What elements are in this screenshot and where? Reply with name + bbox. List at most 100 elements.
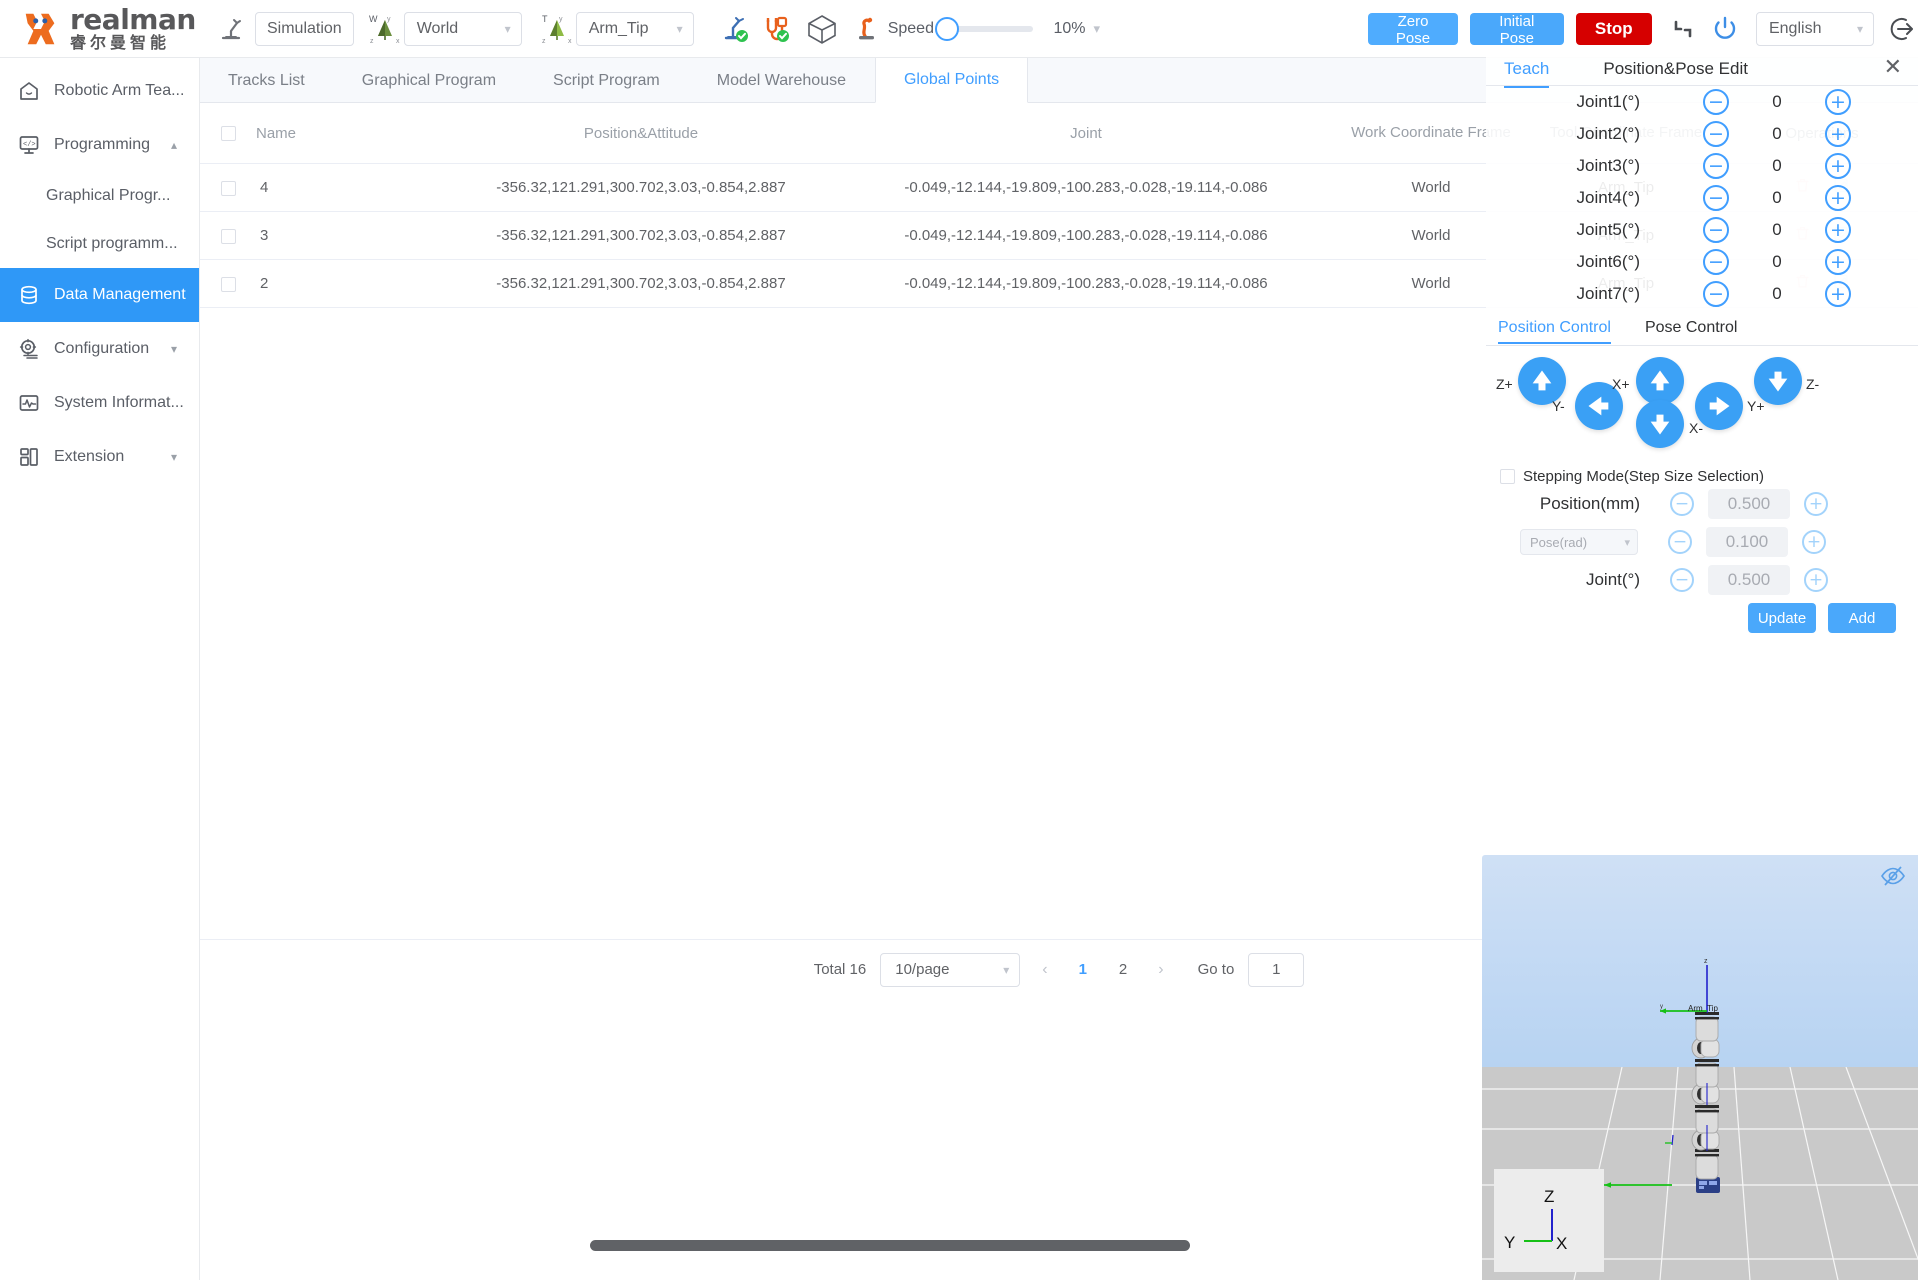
sidebar: Robotic Arm Tea... </> Programming ▴ Gra… [0, 58, 200, 1280]
step-value-pose[interactable]: 0.100 [1706, 527, 1788, 557]
world-frame-value: World [416, 19, 459, 37]
joint-decrement-button[interactable]: − [1703, 249, 1729, 275]
row-checkbox[interactable] [220, 228, 236, 244]
speed-chevron-down-icon[interactable]: ▾ [1094, 21, 1101, 37]
stepping-mode-row[interactable]: Stepping Mode(Step Size Selection) [1486, 468, 1918, 485]
add-button[interactable]: Add [1828, 603, 1896, 633]
chevron-up-icon: ▴ [170, 138, 177, 152]
step-increment-button[interactable]: + [1802, 530, 1826, 554]
joint-decrement-button[interactable]: − [1703, 89, 1729, 115]
cable-connected-icon[interactable] [762, 14, 792, 44]
sidebar-subitem-graphical-program[interactable]: Graphical Progr... [0, 172, 199, 220]
goto-page-input[interactable]: 1 [1248, 952, 1305, 987]
row-checkbox[interactable] [220, 276, 236, 292]
joint-decrement-button[interactable]: − [1703, 281, 1729, 307]
page-number-1[interactable]: 1 [1070, 961, 1096, 978]
joint-decrement-button[interactable]: − [1703, 185, 1729, 211]
next-page-button[interactable]: › [1150, 961, 1171, 979]
joint-decrement-button[interactable]: − [1703, 153, 1729, 179]
cell-name: 3 [256, 211, 446, 261]
robot-3d-viewport[interactable]: z y Arm_Tip Z Y X [1482, 855, 1918, 1280]
page-size-select[interactable]: 10/page ▾ [880, 952, 1021, 987]
tab-tracks-list[interactable]: Tracks List [200, 58, 334, 103]
step-decrement-button[interactable]: − [1670, 492, 1694, 516]
sidebar-item-programming[interactable]: </> Programming ▴ [0, 118, 199, 172]
svg-text:</>: </> [23, 141, 36, 149]
teach-pendant-icon[interactable] [217, 15, 245, 43]
joint-increment-button[interactable]: + [1825, 89, 1851, 115]
update-button[interactable]: Update [1748, 603, 1816, 633]
pose-unit-select[interactable]: Pose(rad) ▾ [1520, 529, 1638, 555]
sidebar-item-system-information[interactable]: System Informat... [0, 376, 199, 430]
joint-row: Joint4(°) − 0 + [1486, 182, 1918, 214]
logout-icon[interactable] [1888, 14, 1918, 44]
jog-label-z-minus: Z- [1806, 376, 1820, 392]
jog-y-plus-button[interactable] [1695, 382, 1743, 430]
close-icon[interactable]: ✕ [1884, 56, 1902, 78]
tab-global-points[interactable]: Global Points [874, 58, 1029, 103]
gizmo-z-label: Z [1544, 1187, 1554, 1206]
tab-position-pose-edit[interactable]: Position&Pose Edit [1603, 59, 1748, 79]
zero-pose-button[interactable]: Zero Pose [1368, 12, 1458, 47]
step-increment-button[interactable]: + [1804, 568, 1828, 592]
sidebar-item-robotic-arm-teaching[interactable]: Robotic Arm Tea... [0, 64, 199, 118]
language-value: English [1768, 19, 1822, 37]
joint-increment-button[interactable]: + [1825, 121, 1851, 147]
tab-graphical-program[interactable]: Graphical Program [334, 58, 525, 103]
speed-slider-handle[interactable] [934, 16, 959, 41]
tab-position-control[interactable]: Position Control [1498, 319, 1611, 344]
sidebar-item-data-management[interactable]: Data Management [0, 268, 199, 322]
tab-pose-control[interactable]: Pose Control [1645, 319, 1738, 343]
joint-decrement-button[interactable]: − [1703, 217, 1729, 243]
robot-motion-icon[interactable] [852, 14, 882, 44]
joint-increment-button[interactable]: + [1825, 281, 1851, 307]
waveform-icon [18, 392, 44, 414]
drag-teach-icon[interactable] [1670, 16, 1696, 42]
gizmo-x-label: X [1556, 1234, 1567, 1253]
stepping-mode-checkbox[interactable] [1500, 469, 1515, 484]
step-decrement-button[interactable]: − [1670, 568, 1694, 592]
step-increment-button[interactable]: + [1804, 492, 1828, 516]
sidebar-item-extension[interactable]: Extension ▾ [0, 430, 199, 484]
stop-button[interactable]: Stop [1575, 12, 1652, 45]
step-value-position[interactable]: 0.500 [1708, 489, 1790, 519]
prev-page-button[interactable]: ‹ [1034, 961, 1055, 979]
cube-icon[interactable] [806, 13, 838, 45]
svg-text:z: z [370, 38, 374, 45]
tab-script-program[interactable]: Script Program [525, 58, 689, 103]
joint-increment-button[interactable]: + [1825, 249, 1851, 275]
goto-page-value: 1 [1272, 961, 1281, 978]
step-value-joint[interactable]: 0.500 [1708, 565, 1790, 595]
power-icon[interactable] [1710, 14, 1740, 44]
speed-slider[interactable] [934, 16, 1034, 41]
arrow-right-icon [1709, 396, 1730, 416]
world-frame-select[interactable]: World ▾ [403, 11, 522, 46]
initial-pose-button[interactable]: Initial Pose [1469, 12, 1564, 47]
page-number-2[interactable]: 2 [1110, 961, 1136, 978]
tab-teach[interactable]: Teach [1504, 59, 1550, 88]
row-checkbox[interactable] [220, 180, 236, 196]
tab-model-warehouse[interactable]: Model Warehouse [689, 58, 875, 103]
tool-frame-select[interactable]: Arm_Tip ▾ [575, 11, 694, 46]
sidebar-item-label: Programming [54, 136, 151, 153]
horizontal-scrollbar[interactable] [590, 1240, 1190, 1251]
brand-logo: realman 睿尔曼智能 [20, 5, 196, 52]
jog-x-minus-button[interactable] [1636, 400, 1684, 448]
joint-increment-button[interactable]: + [1825, 153, 1851, 179]
simulation-mode-badge[interactable]: Simulation [255, 11, 354, 46]
sidebar-item-configuration[interactable]: Configuration ▾ [0, 322, 199, 376]
jog-z-minus-button[interactable] [1754, 357, 1802, 405]
language-select[interactable]: English ▾ [1755, 11, 1874, 46]
step-label-joint: Joint(°) [1585, 570, 1640, 589]
jog-x-plus-button[interactable] [1636, 357, 1684, 405]
robot-arm-connected-icon[interactable] [720, 14, 750, 44]
step-decrement-button[interactable]: − [1668, 530, 1692, 554]
teach-panel: Teach Position&Pose Edit ✕ Joint1(°) − 0… [1486, 52, 1918, 674]
select-all-checkbox[interactable] [220, 126, 236, 142]
sidebar-subitem-script-programming[interactable]: Script programm... [0, 220, 199, 268]
joint-increment-button[interactable]: + [1825, 185, 1851, 211]
hide-eye-icon[interactable] [1880, 865, 1906, 887]
joint-row: Joint7(°) − 0 + [1486, 278, 1918, 310]
joint-decrement-button[interactable]: − [1703, 121, 1729, 147]
joint-increment-button[interactable]: + [1825, 217, 1851, 243]
